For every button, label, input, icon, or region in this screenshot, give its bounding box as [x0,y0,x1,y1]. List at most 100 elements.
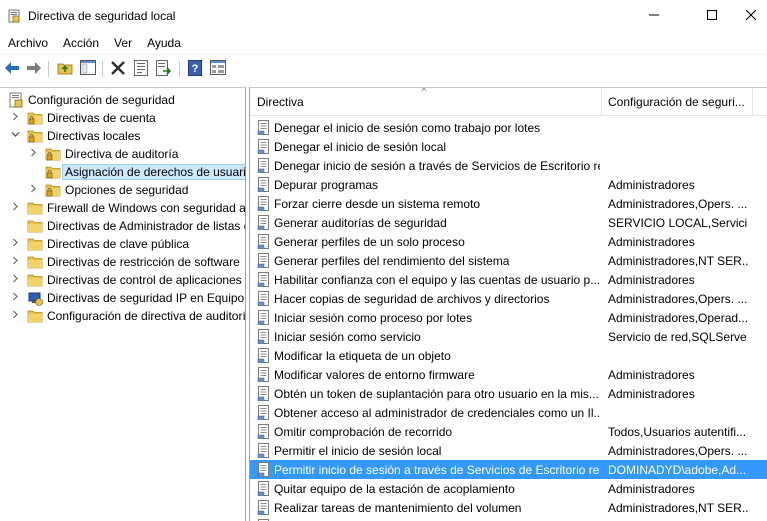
policy-folder-icon [45,146,61,162]
policy-row[interactable]: Obtener acceso al administrador de crede… [250,403,767,422]
expand-chevron-icon[interactable] [11,310,21,322]
svg-text:?: ? [192,63,199,75]
policy-row[interactable]: Denegar el inicio de sesión local [250,137,767,156]
policy-row[interactable]: Hacer copias de seguridad de archivos y … [250,289,767,308]
policy-icon [257,234,271,250]
policy-row[interactable]: Denegar el inicio de sesión como trabajo… [250,118,767,137]
policy-row[interactable]: Permitir inicio de sesión a través de Se… [250,460,767,479]
expand-chevron-icon[interactable] [11,292,21,304]
tree-item[interactable]: Directivas de seguridad IP en Equipo loc… [0,289,245,307]
policy-row[interactable]: Iniciar sesión como proceso por lotes Adm… [250,308,767,327]
policy-setting: Administradores [608,273,695,287]
menu-ver[interactable]: Ver [114,32,132,53]
policy-name: Realizar tareas de mantenimiento del vol… [274,501,522,515]
policy-row[interactable]: Forzar cierre desde un sistema remoto Adm… [250,194,767,213]
policy-row[interactable]: Reemplazar un símbolo (token) de nivel d… [250,517,767,521]
policy-row[interactable]: Modificar la etiqueta de un objeto [250,346,767,365]
policy-setting: Administradores,NT SER... [608,254,748,268]
policy-row[interactable]: Generar perfiles de un solo proceso Admin… [250,232,767,251]
policy-row[interactable]: Generar perfiles del rendimiento del sis… [250,251,767,270]
expand-chevron-icon[interactable] [29,148,39,160]
tree-item-label: Configuración de directiva de auditoría … [47,309,246,323]
policy-row[interactable]: Permitir el inicio de sesión local Admini… [250,441,767,460]
policy-row[interactable]: Realizar tareas de mantenimiento del vol… [250,498,767,517]
policy-row[interactable]: Omitir comprobación de recorrido Todos,Us… [250,422,767,441]
menu-archivo[interactable]: Archivo [8,32,48,53]
tree-root[interactable]: Configuración de seguridad [0,91,245,109]
collapse-chevron-icon[interactable] [11,130,21,142]
close-button[interactable] [735,0,767,32]
policy-icon [257,329,271,345]
tree-item[interactable]: Directivas de clave pública [0,235,245,253]
forward-button[interactable] [25,60,43,78]
policy-icon [257,405,271,421]
console-view-button[interactable] [209,60,227,78]
up-one-level-button[interactable] [56,60,74,78]
sort-ascending-icon: ^ [422,87,427,96]
column-header-configuracion[interactable]: Configuración de seguri... [608,95,745,109]
expand-chevron-icon[interactable] [11,274,21,286]
expand-chevron-icon[interactable] [11,238,21,250]
menu-accion[interactable]: Acción [63,32,99,53]
tree-item[interactable]: Directivas de restricción de software [0,253,245,271]
policy-setting: Servicio de red,SQLServe... [608,330,748,344]
tree-pane[interactable]: Configuración de seguridad Directivas de… [0,87,246,521]
policy-setting: Administradores [608,482,695,496]
console-view-icon [210,60,226,78]
security-settings-icon [8,92,24,108]
export-list-button[interactable] [155,59,173,78]
menu-ayuda[interactable]: Ayuda [147,32,181,53]
policy-icon [257,481,271,497]
list-header: ^ Directiva Configuración de seguri... [250,88,767,116]
tree-item-label: Directivas locales [47,129,141,143]
policy-name: Iniciar sesión como servicio [274,330,421,344]
policy-row[interactable]: Modificar valores de entorno firmware Adm… [250,365,767,384]
policy-name: Habilitar confianza con el equipo y las … [274,273,600,287]
tree-item[interactable]: Directivas locales [0,127,245,145]
column-divider[interactable] [601,88,602,116]
tree-item[interactable]: Directiva de auditoría [0,145,245,163]
policy-row[interactable]: Obtén un token de suplantación para otro… [250,384,767,403]
policy-name: Forzar cierre desde un sistema remoto [274,197,481,211]
policy-name: Obtener acceso al administrador de crede… [274,406,600,420]
expand-chevron-icon[interactable] [11,256,21,268]
tree-item[interactable]: Directivas de Administrador de listas de… [0,217,245,235]
tree-item[interactable]: Asignación de derechos de usuario [0,163,245,181]
maximize-button[interactable] [689,0,735,32]
expand-chevron-icon[interactable] [11,202,21,214]
policy-row[interactable]: Quitar equipo de la estación de acoplami… [250,479,767,498]
policy-name: Denegar el inicio de sesión local [274,140,447,154]
tree-item[interactable]: Directivas de control de aplicaciones [0,271,245,289]
expand-chevron-icon[interactable] [11,112,21,124]
back-button[interactable] [3,60,21,78]
policy-setting: SERVICIO LOCAL,Servici... [608,216,748,230]
help-button[interactable]: ? [186,59,204,78]
column-divider[interactable] [752,88,753,116]
policy-list-pane[interactable]: ^ Directiva Configuración de seguri... D… [249,87,767,521]
window-title: Directiva de seguridad local [28,9,176,23]
expand-chevron-icon[interactable] [29,184,39,196]
tree-item[interactable]: Directivas de cuenta [0,109,245,127]
tree-item[interactable]: Configuración de directiva de auditoría … [0,307,246,325]
policy-setting: Administradores,Opers. ... [608,444,748,458]
show-hide-tree-button[interactable] [79,60,97,78]
policy-row[interactable]: Habilitar confianza con el equipo y las … [250,270,767,289]
policy-name: Generar perfiles de un solo proceso [274,235,465,249]
policy-row[interactable]: Denegar inicio de sesión a través de Ser… [250,156,767,175]
tree-root-label: Configuración de seguridad [28,93,175,107]
delete-button[interactable] [109,60,127,78]
policy-row[interactable]: Generar auditorías de seguridad SERVICIO … [250,213,767,232]
policy-name: Permitir el inicio de sesión local [274,444,442,458]
properties-button[interactable] [132,59,150,78]
minimize-button[interactable] [631,0,677,32]
tree-item[interactable]: Opciones de seguridad [0,181,245,199]
policy-name: Hacer copias de seguridad de archivos y … [274,292,550,306]
tree-item-label: Directivas de cuenta [47,111,156,125]
folder-icon [27,272,43,288]
column-header-directiva[interactable]: Directiva [257,95,304,109]
policy-row[interactable]: Iniciar sesión como servicio Servicio de … [250,327,767,346]
policy-setting: Administradores,Operad... [608,311,748,325]
policy-row[interactable]: Depurar programas Administradores [250,175,767,194]
tree-item[interactable]: Firewall de Windows con seguridad avanza… [0,199,245,217]
policy-name: Quitar equipo de la estación de acoplami… [274,482,515,496]
